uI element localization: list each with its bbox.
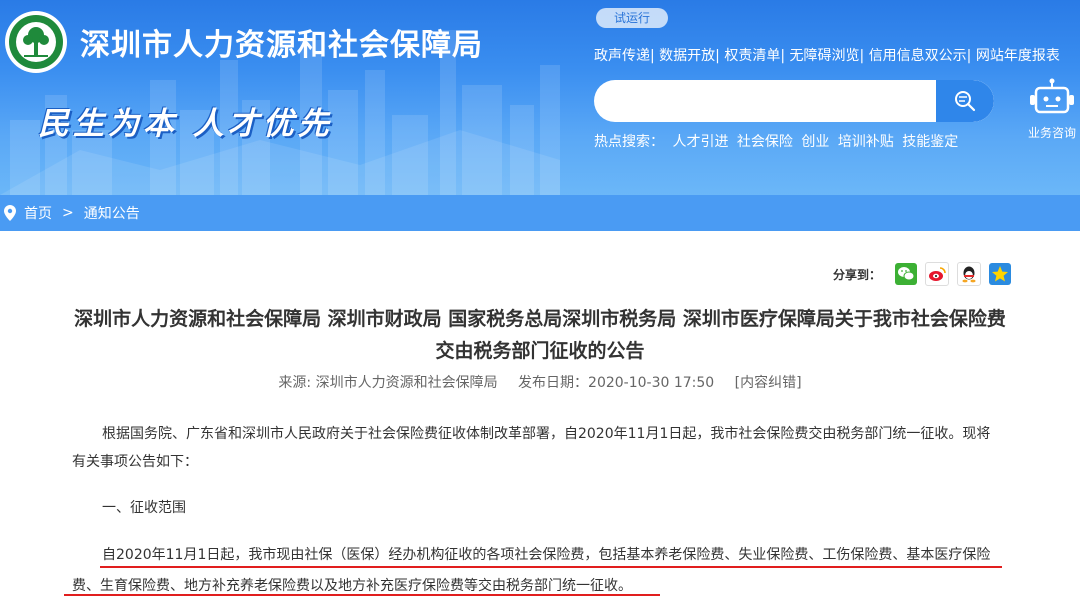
top-links: 政声传递| 数据开放| 权责清单| 无障碍浏览| 信用信息双公示| 网站年度报表 bbox=[594, 45, 1060, 65]
highlight-underline bbox=[100, 566, 1002, 568]
breadcrumb-home[interactable]: 首页 bbox=[24, 203, 52, 223]
top-link-accessibility[interactable]: 无障碍浏览| bbox=[790, 45, 865, 65]
top-link-annual-report[interactable]: 网站年度报表 bbox=[976, 45, 1060, 65]
weibo-icon[interactable] bbox=[925, 262, 950, 286]
hot-search: 热点搜索： 人才引进 社会保险 创业 培训补贴 技能鉴定 bbox=[594, 131, 962, 151]
qq-icon[interactable] bbox=[957, 262, 982, 286]
search-input[interactable] bbox=[594, 80, 960, 122]
hot-search-label: 热点搜索： bbox=[594, 134, 664, 150]
article-source: 来源: 深圳市人力资源和社会保障局 bbox=[278, 375, 498, 391]
search-box bbox=[594, 80, 994, 122]
site-logo[interactable]: 深圳市人力资源和社会保障局 bbox=[4, 10, 483, 74]
top-link-government[interactable]: 政声传递| bbox=[594, 45, 655, 65]
qzone-icon[interactable] bbox=[989, 263, 1012, 285]
hot-link-talent[interactable]: 人才引进 bbox=[672, 134, 728, 150]
search-icon bbox=[955, 91, 976, 112]
share-bar: 分享到： bbox=[833, 262, 1012, 286]
top-link-power-list[interactable]: 权责清单| bbox=[724, 45, 785, 65]
hot-link-skill-assessment[interactable]: 技能鉴定 bbox=[902, 134, 958, 150]
location-pin-icon bbox=[4, 205, 16, 221]
article-meta: 来源: 深圳市人力资源和社会保障局 发布日期：2020-10-30 17:50 … bbox=[0, 372, 1080, 392]
breadcrumb-current[interactable]: 通知公告 bbox=[84, 203, 140, 223]
breadcrumb: 首页 > 通知公告 bbox=[0, 195, 140, 231]
emblem-icon bbox=[5, 11, 67, 73]
top-link-open-data[interactable]: 数据开放| bbox=[659, 45, 720, 65]
article-paragraph-intro: 根据国务院、广东省和深圳市人民政府关于社会保险费征收体制改革部署，自2020年1… bbox=[72, 426, 991, 470]
robot-label: 业务咨询 bbox=[1027, 126, 1076, 140]
search-button[interactable] bbox=[936, 80, 994, 122]
slogan: 民生为本 人才优先 bbox=[38, 106, 333, 142]
highlight-underline bbox=[64, 594, 660, 596]
breadcrumb-bar: 首页 > 通知公告 bbox=[0, 195, 1080, 231]
hot-link-training-subsidy[interactable]: 培训补贴 bbox=[838, 134, 894, 150]
wechat-icon[interactable] bbox=[895, 263, 918, 285]
article-paragraph-scope: 自2020年11月1日起，我市现由社保（医保）经办机构征收的各项社会保险费，包括… bbox=[72, 547, 991, 594]
hot-link-startup[interactable]: 创业 bbox=[801, 134, 829, 150]
article-date: 发布日期：2020-10-30 17:50 bbox=[518, 375, 715, 391]
article-title: 深圳市人力资源和社会保障局 深圳市财政局 国家税务总局深圳市税务局 深圳市医疗保… bbox=[74, 308, 1006, 362]
share-label: 分享到： bbox=[833, 267, 882, 282]
content-correction-link[interactable]: [内容纠错] bbox=[735, 375, 802, 391]
breadcrumb-separator: > bbox=[62, 205, 74, 221]
article-section-heading: 一、征收范围 bbox=[102, 500, 186, 516]
consult-robot[interactable]: 业务咨询 bbox=[1024, 78, 1080, 141]
robot-icon bbox=[1030, 78, 1074, 114]
site-title: 深圳市人力资源和社会保障局 bbox=[80, 28, 483, 63]
site-header: 深圳市人力资源和社会保障局 民生为本 人才优先 试运行 政声传递| 数据开放| … bbox=[0, 0, 1080, 195]
top-link-credit-info[interactable]: 信用信息双公示| bbox=[869, 45, 972, 65]
trial-badge: 试运行 bbox=[596, 8, 668, 28]
hot-link-social-insurance[interactable]: 社会保险 bbox=[737, 134, 793, 150]
